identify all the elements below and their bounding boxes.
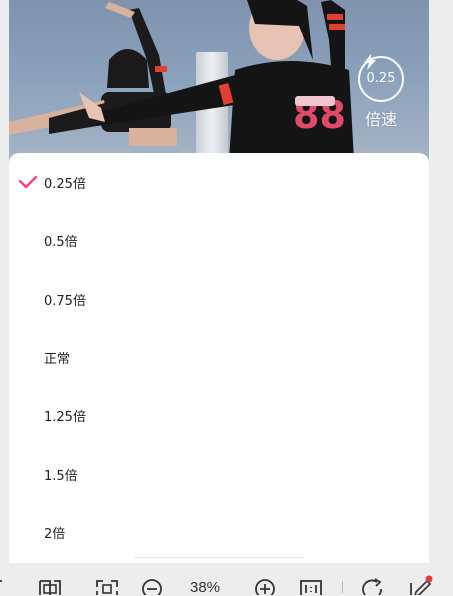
speed-indicator[interactable]: 0.25 倍速 xyxy=(356,54,406,134)
speed-option-0.5x[interactable]: 0.5倍 xyxy=(9,211,429,269)
speed-label: 倍速 xyxy=(364,110,397,129)
zoom-level: 38% xyxy=(190,579,221,596)
speed-option-label: 1.25倍 xyxy=(44,409,86,425)
toolbar-divider xyxy=(342,581,343,593)
speed-option-label: 1.5倍 xyxy=(44,468,78,484)
speed-option-1.5x[interactable]: 1.5倍 xyxy=(9,445,429,503)
checkmark-icon xyxy=(18,175,38,189)
rotate-icon[interactable] xyxy=(359,573,387,595)
actual-size-icon[interactable] xyxy=(298,573,324,595)
speed-option-label: 正常 xyxy=(44,351,71,367)
speed-option-label: 0.5倍 xyxy=(44,234,78,250)
speed-option-1.25x[interactable]: 1.25倍 xyxy=(9,386,429,444)
edit-icon[interactable] xyxy=(408,573,436,595)
fit-screen-icon[interactable] xyxy=(94,573,120,595)
speed-ring-icon: 0.25 xyxy=(358,54,404,102)
viewer-toolbar: 38% xyxy=(0,563,453,596)
crop-icon[interactable] xyxy=(36,573,64,595)
speed-option-0.25x[interactable]: 0.25倍 xyxy=(9,153,429,211)
speed-option-0.75x[interactable]: 0.75倍 xyxy=(9,270,429,328)
speed-option-label: 0.75倍 xyxy=(44,293,86,309)
speed-options-sheet: 0.25倍 0.5倍 0.75倍 正常 1.25倍 1.5倍 2倍 xyxy=(9,153,429,573)
video-preview[interactable]: 88 0.25 倍速 xyxy=(9,0,429,165)
prev-icon[interactable] xyxy=(0,573,6,593)
speed-value: 0.25 xyxy=(366,71,396,86)
zoom-in-icon[interactable] xyxy=(253,573,277,595)
speed-option-normal[interactable]: 正常 xyxy=(9,328,429,386)
lightning-icon xyxy=(364,54,376,70)
speed-option-2x[interactable]: 2倍 xyxy=(9,503,429,561)
speed-option-label: 2倍 xyxy=(44,526,66,542)
notification-dot xyxy=(425,575,433,583)
speed-option-label: 0.25倍 xyxy=(44,176,86,192)
zoom-out-icon[interactable] xyxy=(140,573,164,595)
